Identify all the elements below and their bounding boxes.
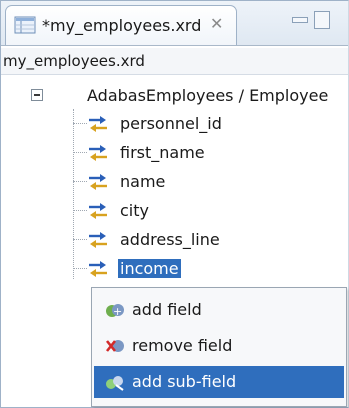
add-subfield-icon [106,376,124,391]
editor-panel: *my_employees.xrd ✕ my_employees.xrd Ada… [0,0,349,408]
mapping-tree: AdabasEmployees / Employee personnel_id … [1,75,348,305]
add-field-icon: + [106,304,124,318]
editor-tab-strip: *my_employees.xrd ✕ [1,1,348,46]
context-menu: + add field remove field add sub-field [91,287,347,407]
menu-item-add-sub-field[interactable]: add sub-field [94,366,344,398]
editor-tab-title: *my_employees.xrd [42,16,202,35]
tree-root-label: AdabasEmployees / Employee [87,86,329,105]
tree-connector [73,239,87,240]
maximize-icon[interactable] [314,11,330,29]
menu-item-label: remove field [132,336,233,355]
file-path-label: my_employees.xrd [3,52,145,70]
field-icon [89,261,107,277]
svg-text:+: + [113,305,122,318]
window-controls [282,11,342,31]
tree-field-row[interactable]: income [1,256,348,282]
menu-item-add-field[interactable]: + add field [94,294,344,326]
path-header: my_employees.xrd [1,48,348,75]
collapse-icon[interactable] [31,89,43,101]
field-label: income [118,259,181,278]
menu-item-label: add sub-field [132,372,237,391]
table-icon [14,16,36,34]
tree-root-node[interactable]: AdabasEmployees / Employee [1,83,348,107]
close-icon[interactable]: ✕ [210,14,223,33]
tree-connector [73,268,87,269]
field-icon [89,232,107,248]
menu-item-remove-field[interactable]: remove field [94,330,344,362]
editor-tab[interactable]: *my_employees.xrd ✕ [5,5,237,45]
field-icon [89,145,107,161]
field-label: first_name [120,143,205,162]
tree-field-row[interactable]: city [1,198,348,224]
tree-field-row[interactable]: first_name [1,140,348,166]
field-label: name [120,172,166,191]
field-label: address_line [120,230,220,249]
menu-item-label: add field [132,300,202,319]
field-icon [89,174,107,190]
field-icon [89,203,107,219]
tree-connector [73,152,87,153]
tree-field-row[interactable]: personnel_id [1,111,348,137]
tree-connector [73,123,87,124]
field-label: personnel_id [120,114,222,133]
remove-field-icon [105,340,124,352]
tree-connector [73,210,87,211]
field-icon [89,116,107,132]
tree-field-row[interactable]: name [1,169,348,195]
tree-connector [73,181,87,182]
tree-field-row[interactable]: address_line [1,227,348,253]
minimize-icon[interactable] [292,17,308,23]
field-label: city [120,201,149,220]
